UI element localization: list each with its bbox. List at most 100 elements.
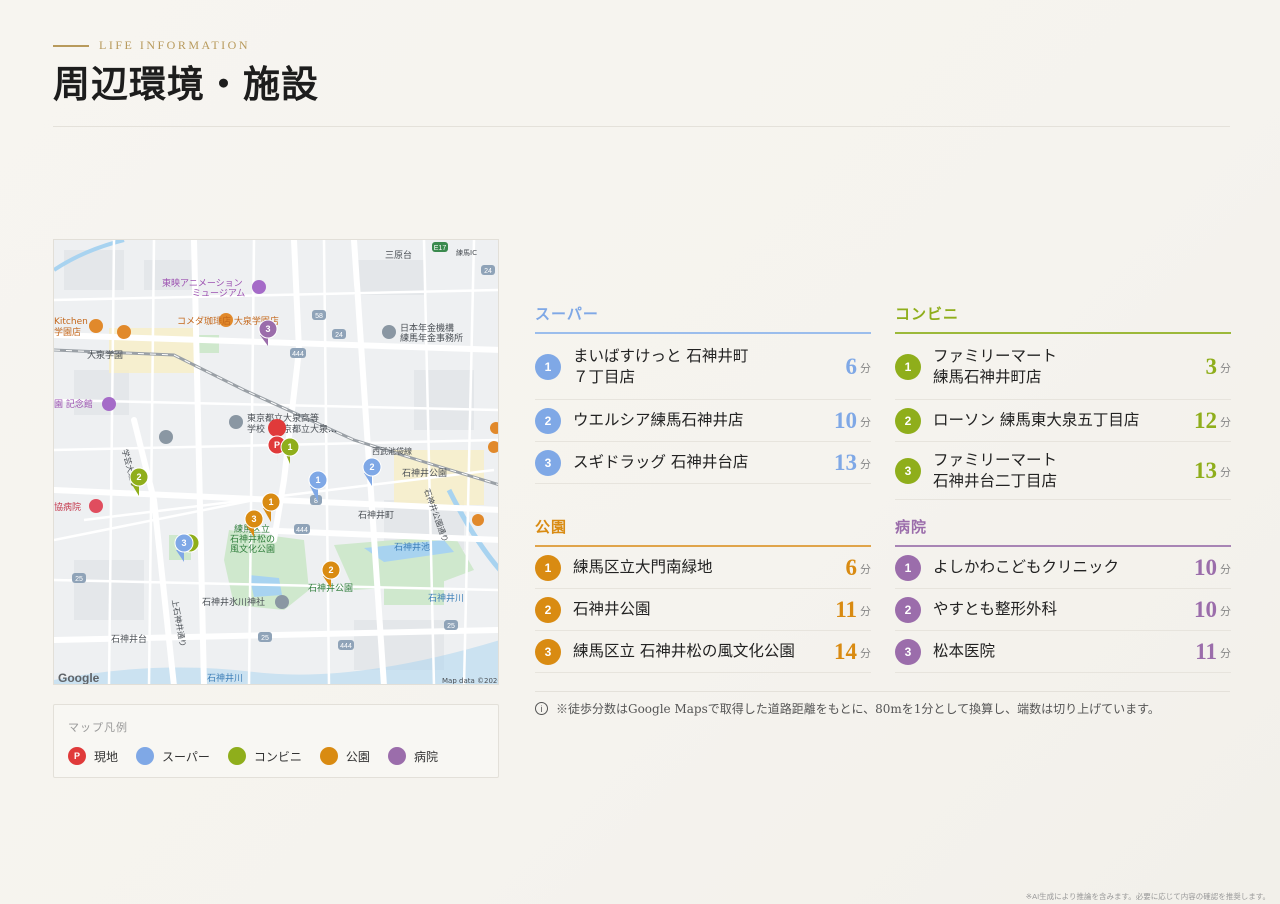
walk-time: 13 分 [834,450,871,476]
walk-minutes: 12 [1194,407,1217,433]
legend-dot-hospital [387,747,406,765]
legend-item-hospital: 病院 [387,747,438,765]
legend-label-convenience: コンビニ [253,749,302,764]
map-canvas[interactable]: 58 24 444 444 444 25 25 25 8 24 E17 三原台 … [54,240,499,685]
rank-badge: 3 [895,638,921,665]
facility-name: ファミリーマート 練馬石神井町店 [933,346,1058,386]
walk-time-note: i ※徒歩分数はGoogle Mapsで取得した道路距離をもとに、80mを1分と… [535,700,1160,717]
label-kitchen: Kitchen [54,317,88,327]
walk-minutes: 11 [1195,638,1217,664]
legend-dot-park [319,747,338,765]
list-item[interactable]: 2 ウエルシア練馬石神井店 10 分 [535,400,871,442]
legend-item-park: 公園 [319,747,370,765]
facility-name: 練馬区立 石神井松の風文化公園 [573,642,795,660]
route-444-c: 444 [340,643,352,650]
route-25-c: 25 [447,623,455,630]
route-24-b: 24 [484,268,492,275]
label-nenkin-1: 日本年金機構 [400,322,454,334]
route-e17: E17 [434,245,447,252]
label-mihara: 三原台 [385,249,412,261]
list-item[interactable]: 1 まいばすけっと 石神井町 ７丁目店 6分 [535,334,871,400]
list-item[interactable]: 3 練馬区立 石神井松の風文化公園 14 分 [535,631,871,673]
walk-time: 13 分 [1194,458,1231,484]
label-hikawa: 石神井氷川神社 [202,596,265,608]
route-24: 24 [335,332,343,339]
minute-unit: 分 [1220,361,1231,375]
facility-name: ウエルシア練馬石神井店 [573,411,744,429]
rank-badge: 1 [535,554,561,581]
walk-minutes: 10 [1194,596,1217,622]
facility-name: まいばすけっと 石神井町 ７丁目店 [573,346,749,386]
svg-text:1: 1 [315,475,320,485]
rank-badge: 1 [895,353,921,380]
list-item[interactable]: 3 ファミリーマート 石神井台二丁目店 13 分 [895,442,1231,500]
minute-unit: 分 [860,457,871,471]
legend-item-convenience: コンビニ [227,747,302,765]
legend-title: マップ凡例 [68,721,128,734]
facility-name: スギドラッグ 石神井台店 [573,453,749,471]
map-legend: マップ凡例 P 現地 スーパー コンビニ 公園 病院 [53,704,499,778]
walk-minutes: 11 [835,596,857,622]
minute-unit: 分 [860,646,871,660]
svg-text:3: 3 [251,514,256,524]
label-shakujii-river-2: 石神井川 [207,672,243,684]
label-fubunka: 風文化公園 [230,543,275,555]
walk-time: 11 分 [1195,639,1231,665]
label-gakuen-ten: 学園店 [54,326,81,338]
rank-badge: 1 [535,353,561,380]
minute-unit: 分 [860,562,871,576]
svg-text:1: 1 [287,442,292,452]
walk-minutes: 10 [1194,554,1217,580]
eyebrow-text: LIFE INFORMATION [99,38,250,52]
minute-unit: 分 [1220,465,1231,479]
walk-time: 12 分 [1194,408,1231,434]
walk-time: 10 分 [834,408,871,434]
rank-badge: 2 [535,407,561,434]
svg-text:2: 2 [136,472,141,482]
label-seibu: 西武池袋線 [372,446,412,456]
facility-name: 石神井公園 [573,600,651,618]
map[interactable]: 58 24 444 444 444 25 25 25 8 24 E17 三原台 … [53,239,499,685]
walk-time: 10 分 [1194,597,1231,623]
category-hospital: 病院 1 よしかわこどもクリニック 10 分 2 やすとも整形外科 10 分 3 松… [895,516,1231,673]
minute-unit: 分 [860,415,871,429]
walk-time: 14 分 [834,639,871,665]
label-oizumigakuen: 大泉学園 [87,349,123,361]
minute-unit: 分 [1220,604,1231,618]
list-item[interactable]: 3 松本医院 11 分 [895,631,1231,673]
facility-name: 松本医院 [933,642,996,660]
category-title-supermarket: スーパー [535,303,871,334]
label-toei-1: 東映アニメーション [162,277,243,289]
legend-dot-convenience [227,747,246,765]
google-logo: Google [58,671,100,685]
list-item[interactable]: 2 やすとも整形外科 10 分 [895,589,1231,631]
rank-badge: 3 [895,457,921,484]
category-title-park: 公園 [535,516,871,547]
walk-minutes: 6 [845,554,858,580]
rank-badge: 1 [895,554,921,581]
list-item[interactable]: 2 ローソン 練馬東大泉五丁目店 12 分 [895,400,1231,442]
label-matsu: 石神井松の [230,533,275,545]
list-item[interactable]: 1 よしかわこどもクリニック 10 分 [895,547,1231,589]
minute-unit: 分 [1220,415,1231,429]
minute-unit: 分 [860,604,871,618]
walk-time: 10 分 [1194,555,1231,581]
label-nerima-ic: 練馬IC [456,248,477,257]
legend-label-site: 現地 [94,749,119,764]
category-convenience: コンビニ 1 ファミリーマート 練馬石神井町店 3分 2 ローソン 練馬東大泉五丁… [895,303,1231,500]
walk-minutes: 10 [834,407,857,433]
label-kyo-hospital: 協病院 [54,501,81,513]
rank-badge: 2 [895,596,921,623]
ai-disclaimer: ※AI生成により推論を含みます。必要に応じて内容の確認を推奨します。 [1025,892,1270,901]
category-park: 公園 1 練馬区立大門南緑地 6分 2 石神井公園 11 分 3 練馬区立 石神井… [535,516,871,673]
route-444-b: 444 [296,527,308,534]
list-item[interactable]: 1 練馬区立大門南緑地 6分 [535,547,871,589]
facility-name: 練馬区立大門南緑地 [573,558,713,576]
route-25-a: 25 [75,576,83,583]
rank-badge: 2 [535,596,561,623]
list-item[interactable]: 3 スギドラッグ 石神井台店 13 分 [535,442,871,484]
list-item[interactable]: 1 ファミリーマート 練馬石神井町店 3分 [895,334,1231,400]
list-item[interactable]: 2 石神井公園 11 分 [535,589,871,631]
minute-unit: 分 [860,361,871,375]
legend-item-site: P 現地 [68,747,118,765]
